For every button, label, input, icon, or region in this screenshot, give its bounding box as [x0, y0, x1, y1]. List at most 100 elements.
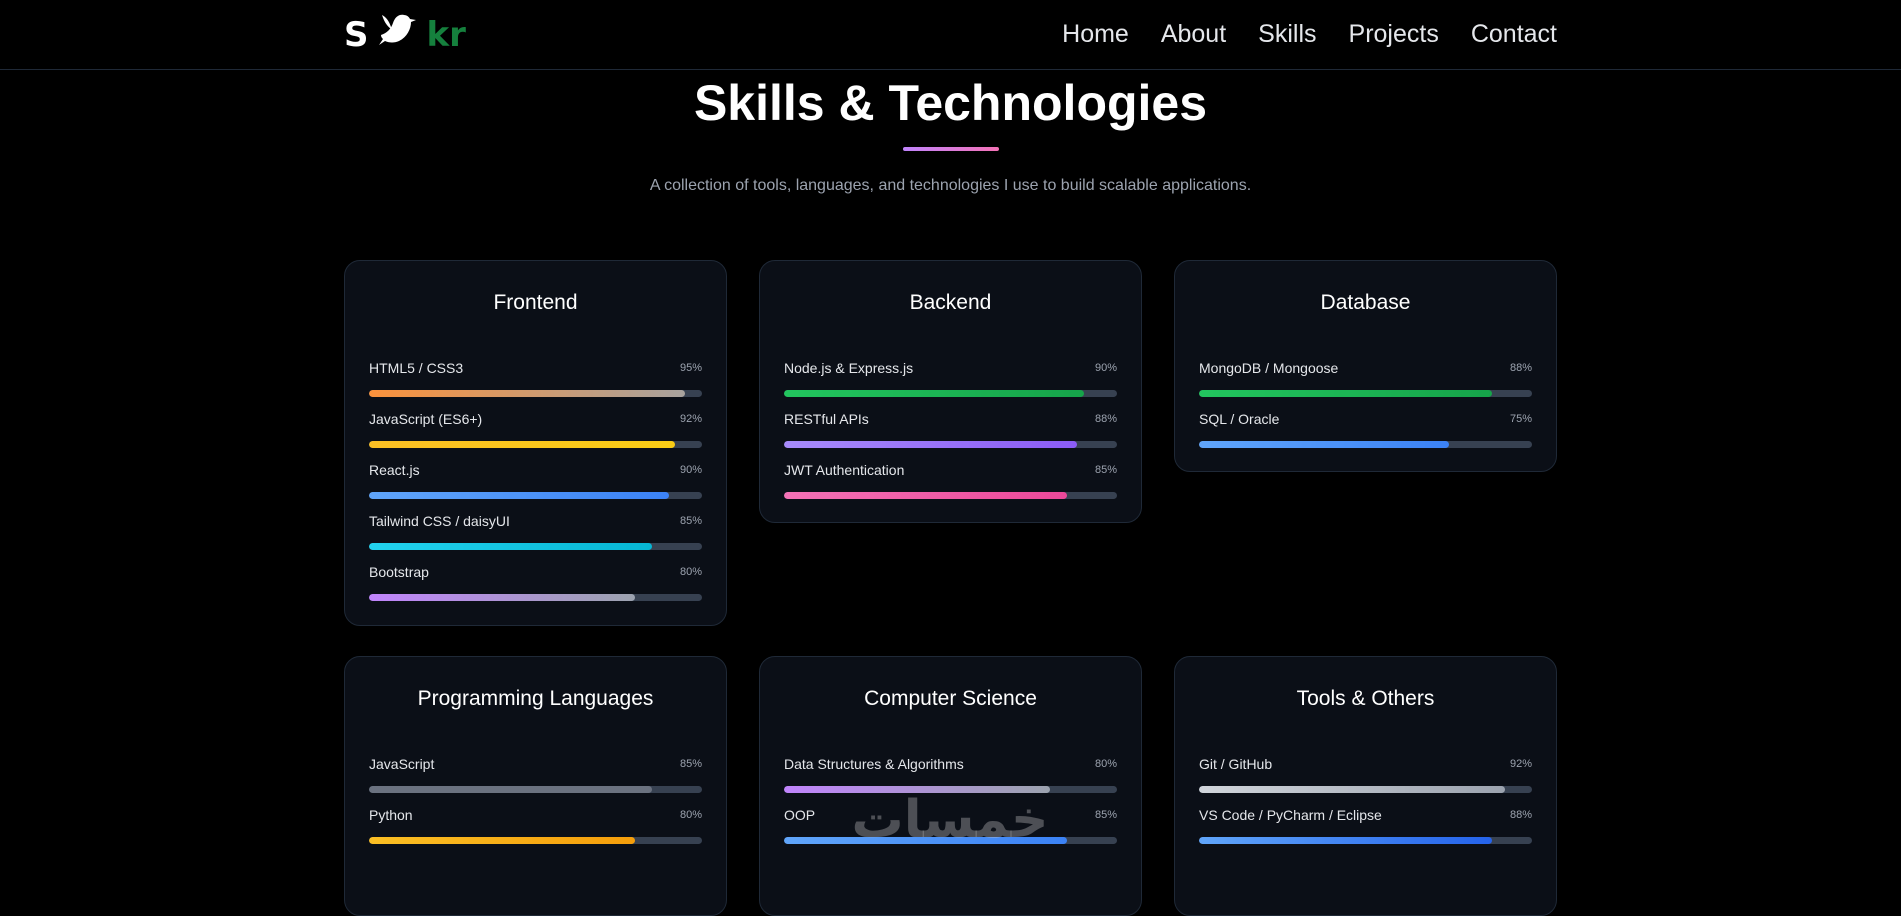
- skill-header: JavaScript (ES6+) 92%: [369, 409, 702, 429]
- skill-header: SQL / Oracle 75%: [1199, 409, 1532, 429]
- section-subtitle: A collection of tools, languages, and te…: [649, 177, 1252, 194]
- title-underline: [903, 147, 999, 151]
- skill-percent: 80%: [679, 566, 702, 578]
- progress-track: [1199, 390, 1532, 397]
- skill-card: Computer Science Data Structures & Algori…: [759, 656, 1142, 916]
- progress-track: [369, 543, 702, 550]
- skill-card: Frontend HTML5 / CSS3 95% JavaScript (ES6+)…: [344, 260, 727, 626]
- progress-fill: [784, 837, 1068, 844]
- skill-name: JavaScript: [369, 756, 435, 772]
- skill-header: HTML5 / CSS3 95%: [369, 358, 702, 378]
- progress-track: [369, 786, 702, 793]
- skill-percent: 95%: [679, 362, 702, 374]
- skill-header: JavaScript 85%: [369, 754, 702, 774]
- nav-link-about[interactable]: About: [1161, 16, 1226, 52]
- skill-row: SQL / Oracle 75%: [1199, 409, 1532, 460]
- skill-row: OOP 85%: [784, 805, 1117, 856]
- skill-percent: 85%: [679, 515, 702, 527]
- skill-percent: 88%: [1509, 362, 1532, 374]
- nav-link-contact[interactable]: Contact: [1471, 16, 1557, 52]
- nav-links: Home About Skills Projects Contact: [1062, 16, 1557, 52]
- skill-name: Bootstrap: [369, 564, 429, 580]
- skill-header: React.js 90%: [369, 460, 702, 480]
- skill-row: Python 80%: [369, 805, 702, 856]
- navbar: S kr Home About Skills Projects Contact: [0, 0, 1901, 70]
- skill-percent: 90%: [1094, 362, 1117, 374]
- progress-track: [369, 492, 702, 499]
- progress-track: [784, 492, 1117, 499]
- skill-name: HTML5 / CSS3: [369, 360, 464, 376]
- progress-fill: [369, 594, 636, 601]
- skill-row: Node.js & Express.js 90%: [784, 358, 1117, 409]
- skill-header: Node.js & Express.js 90%: [784, 358, 1117, 378]
- card-title: Programming Languages: [417, 687, 654, 710]
- progress-track: [1199, 837, 1532, 844]
- progress-fill: [369, 543, 653, 550]
- skill-row: JavaScript 85%: [369, 754, 702, 805]
- skill-header: Tailwind CSS / daisyUI 85%: [369, 511, 702, 531]
- progress-track: [784, 837, 1117, 844]
- skill-percent: 75%: [1509, 413, 1532, 425]
- skill-name: Tailwind CSS / daisyUI: [369, 513, 510, 529]
- progress-fill: [369, 390, 686, 397]
- skill-percent: 92%: [1509, 758, 1532, 770]
- nav-link-projects[interactable]: Projects: [1349, 16, 1439, 52]
- skill-row: HTML5 / CSS3 95%: [369, 358, 702, 409]
- skill-percent: 85%: [679, 758, 702, 770]
- nav-link-skills[interactable]: Skills: [1258, 16, 1316, 52]
- skill-row: VS Code / PyCharm / Eclipse 88%: [1199, 805, 1532, 856]
- progress-fill: [369, 441, 676, 448]
- section-title: Skills & Technologies: [693, 75, 1208, 131]
- progress-track: [1199, 441, 1532, 448]
- logo-letters-kr: kr: [426, 15, 466, 55]
- skill-name: React.js: [369, 462, 420, 478]
- skill-percent: 92%: [679, 413, 702, 425]
- progress-fill: [1199, 390, 1493, 397]
- progress-fill: [1199, 441, 1449, 448]
- skill-percent: 90%: [679, 464, 702, 476]
- skill-row: Bootstrap 80%: [369, 562, 702, 613]
- skill-name: Git / GitHub: [1199, 756, 1273, 772]
- progress-track: [784, 390, 1117, 397]
- progress-fill: [784, 390, 1084, 397]
- progress-fill: [1199, 786, 1506, 793]
- skill-name: SQL / Oracle: [1199, 411, 1280, 427]
- skill-percent: 80%: [679, 809, 702, 821]
- card-title: Frontend: [493, 291, 578, 314]
- skill-header: Git / GitHub 92%: [1199, 754, 1532, 774]
- skill-header: Bootstrap 80%: [369, 562, 702, 582]
- card-title: Tools & Others: [1296, 687, 1435, 710]
- skill-row: Git / GitHub 92%: [1199, 754, 1532, 805]
- skill-percent: 85%: [1094, 464, 1117, 476]
- progress-track: [369, 837, 702, 844]
- skill-name: OOP: [784, 807, 816, 823]
- progress-fill: [784, 492, 1068, 499]
- skill-percent: 88%: [1509, 809, 1532, 821]
- progress-track: [369, 594, 702, 601]
- progress-fill: [1199, 837, 1493, 844]
- dove-icon: [377, 11, 419, 60]
- skill-row: React.js 90%: [369, 460, 702, 511]
- skill-name: Python: [369, 807, 413, 823]
- progress-track: [369, 390, 702, 397]
- card-title: Database: [1320, 291, 1411, 314]
- progress-track: [369, 441, 702, 448]
- skill-card: Programming Languages JavaScript 85% Python…: [344, 656, 727, 916]
- progress-fill: [369, 492, 669, 499]
- skill-name: Data Structures & Algorithms: [784, 756, 964, 772]
- skill-row: JavaScript (ES6+) 92%: [369, 409, 702, 460]
- skill-row: JWT Authentication 85%: [784, 460, 1117, 511]
- skill-row: RESTful APIs 88%: [784, 409, 1117, 460]
- skill-name: JWT Authentication: [784, 462, 905, 478]
- skill-name: JavaScript (ES6+): [369, 411, 483, 427]
- logo[interactable]: S kr: [344, 12, 466, 58]
- skill-name: VS Code / PyCharm / Eclipse: [1199, 807, 1382, 823]
- card-title: Backend: [909, 291, 992, 314]
- progress-fill: [784, 441, 1078, 448]
- skill-row: MongoDB / Mongoose 88%: [1199, 358, 1532, 409]
- skill-name: Node.js & Express.js: [784, 360, 914, 376]
- skill-header: OOP 85%: [784, 805, 1117, 825]
- nav-link-home[interactable]: Home: [1062, 16, 1129, 52]
- skill-header: VS Code / PyCharm / Eclipse 88%: [1199, 805, 1532, 825]
- skill-header: Python 80%: [369, 805, 702, 825]
